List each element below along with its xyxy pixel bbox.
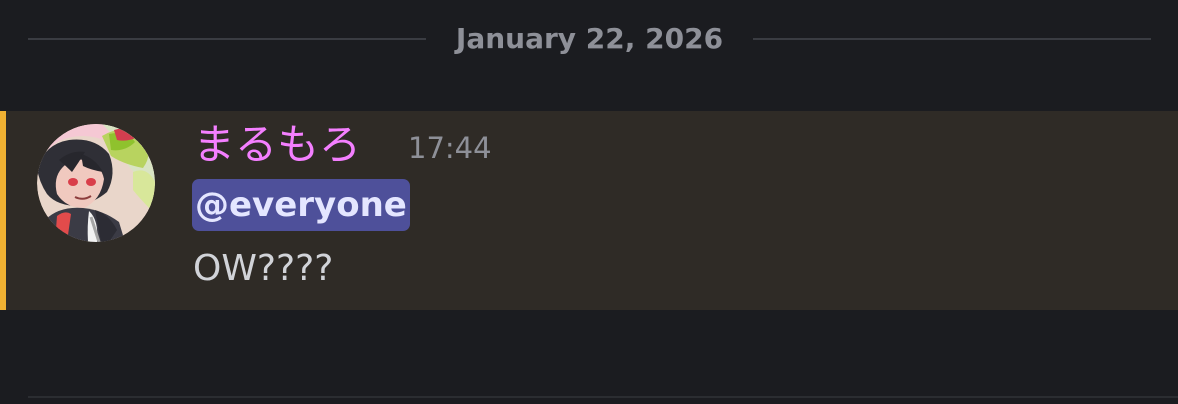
date-divider: January 22, 2026 (0, 18, 1178, 60)
avatar[interactable] (37, 124, 155, 242)
message-text: OW???? (193, 248, 334, 289)
mention-highlight-bar (0, 111, 6, 310)
date-label: January 22, 2026 (455, 22, 724, 55)
divider-line-right (753, 38, 1151, 40)
message-timestamp: 17:44 (408, 131, 492, 165)
message-item[interactable]: まるもろ 17:44 @everyone OW???? (0, 111, 1178, 310)
username[interactable]: まるもろ (193, 117, 361, 173)
composer-divider (28, 396, 1178, 398)
avatar-image (37, 124, 155, 242)
divider-line-left (28, 38, 426, 40)
everyone-mention[interactable]: @everyone (192, 179, 410, 231)
